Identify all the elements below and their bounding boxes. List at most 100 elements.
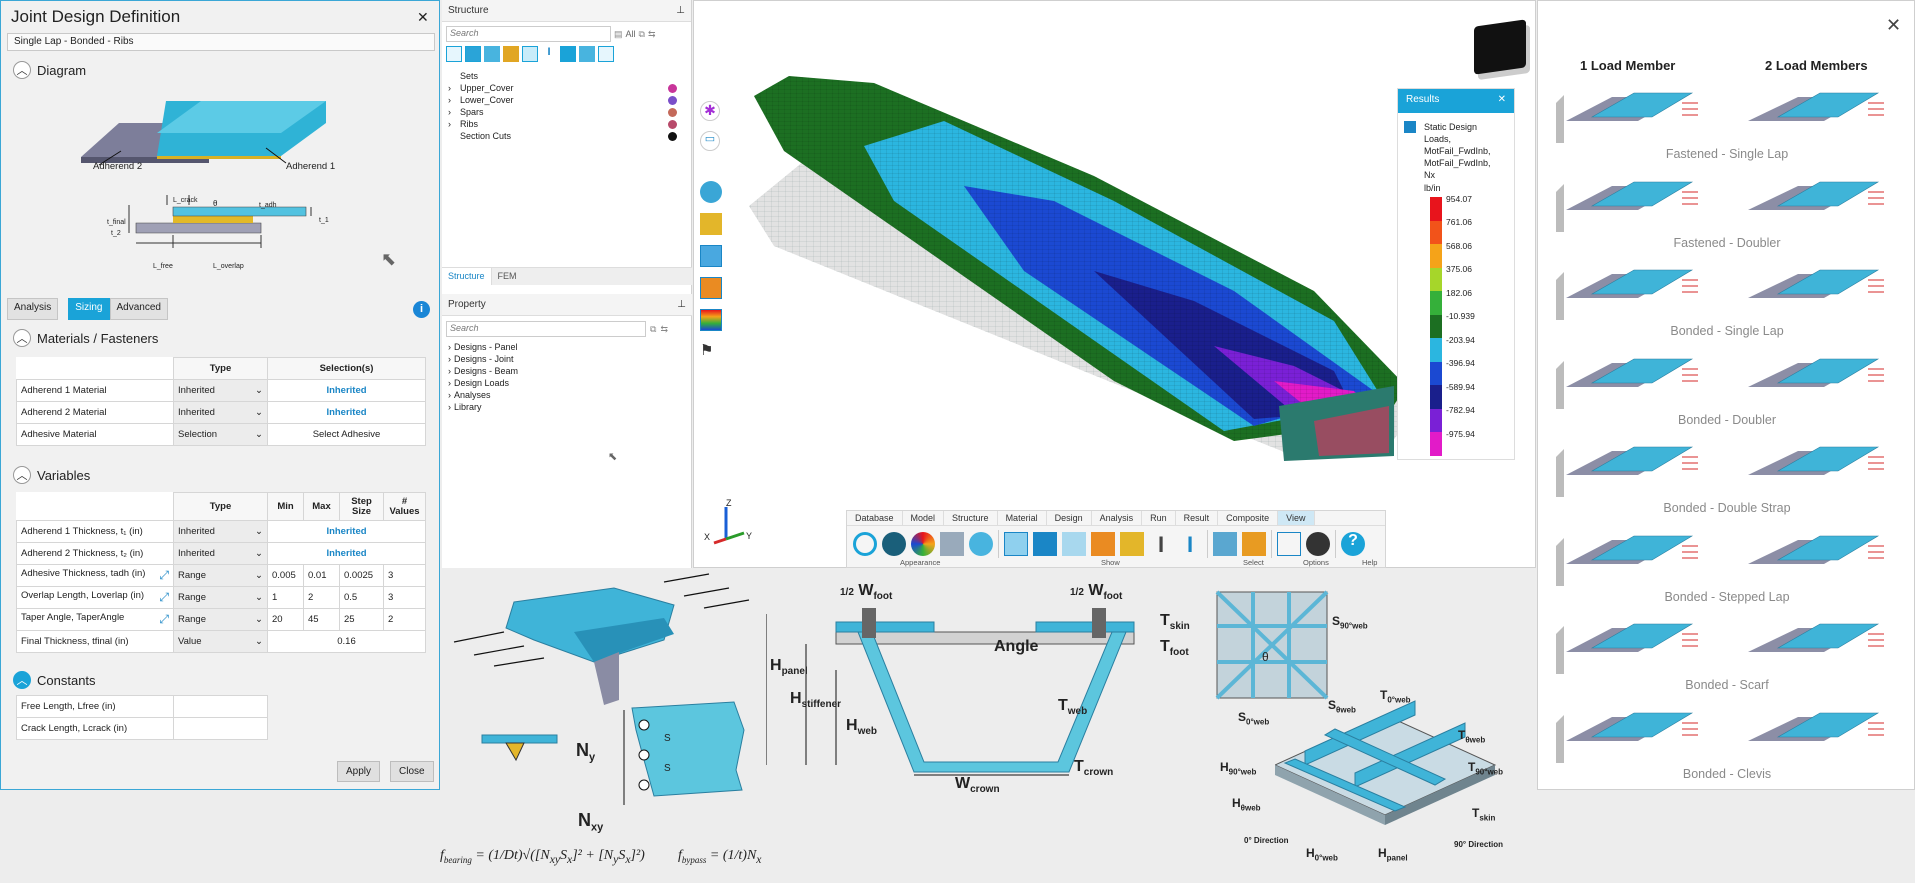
- max-input[interactable]: 45: [303, 608, 340, 631]
- paint-icon[interactable]: [940, 532, 964, 556]
- tree-item-sets[interactable]: Sets: [448, 70, 685, 82]
- diagram-section-header[interactable]: ︿ Diagram: [13, 61, 86, 79]
- joint-thumbnail[interactable]: [1552, 83, 1702, 151]
- selection-link[interactable]: Inherited: [267, 379, 426, 402]
- count-input[interactable]: 2: [383, 608, 426, 631]
- close-button[interactable]: Close: [390, 761, 434, 782]
- mesh-icon[interactable]: [700, 213, 722, 235]
- joint-thumbnail[interactable]: [1552, 349, 1702, 417]
- asterisk-icon[interactable]: ✱: [700, 101, 720, 121]
- joint-thumbnail[interactable]: [1738, 437, 1888, 497]
- type-dropdown[interactable]: Range ⌄: [173, 586, 268, 609]
- search-input[interactable]: Search: [446, 26, 611, 42]
- mesh-icon[interactable]: [1062, 532, 1086, 556]
- tool-icon[interactable]: [465, 46, 481, 62]
- joint-thumbnail[interactable]: [1738, 614, 1888, 674]
- tab-advanced[interactable]: Advanced: [109, 298, 168, 320]
- ribbon-tab[interactable]: Run: [1142, 511, 1176, 525]
- tree-item-section-cuts[interactable]: Section Cuts: [448, 130, 685, 142]
- contour-icon[interactable]: [700, 309, 722, 331]
- count-input[interactable]: 3: [383, 586, 426, 609]
- sphere-icon[interactable]: [700, 181, 722, 203]
- max-input[interactable]: 2: [303, 586, 340, 609]
- pin-icon[interactable]: ⊥: [677, 299, 686, 310]
- type-dropdown[interactable]: Range ⌄: [173, 564, 268, 587]
- tab-analysis[interactable]: Analysis: [7, 298, 59, 320]
- type-dropdown[interactable]: Inherited ⌄: [173, 379, 268, 402]
- ribbon-tab[interactable]: Result: [1176, 511, 1219, 525]
- joint-thumbnail[interactable]: [1552, 703, 1702, 771]
- view-icon[interactable]: [1004, 532, 1028, 556]
- ribbon-tab[interactable]: View: [1278, 511, 1315, 525]
- step-input[interactable]: 25: [339, 608, 384, 631]
- constant-input[interactable]: [173, 717, 268, 740]
- gear-icon[interactable]: [882, 532, 906, 556]
- joint-thumbnail[interactable]: [1738, 526, 1888, 586]
- materials-section-header[interactable]: ︿ Materials / Fasteners: [13, 329, 158, 347]
- ribbon-tab[interactable]: Model: [903, 511, 945, 525]
- constants-section-header[interactable]: ︿ Constants: [13, 671, 96, 689]
- chevron-up-icon[interactable]: ︿: [13, 466, 31, 484]
- joint-thumbnail[interactable]: [1552, 614, 1702, 682]
- close-icon[interactable]: ✕: [1498, 94, 1506, 108]
- tree-item[interactable]: › Designs - Joint: [448, 353, 518, 365]
- min-input[interactable]: 1: [267, 586, 304, 609]
- type-dropdown[interactable]: Inherited ⌄: [173, 401, 268, 424]
- tree-item[interactable]: › Designs - Panel: [448, 341, 518, 353]
- joint-thumbnail[interactable]: [1738, 172, 1888, 232]
- joint-thumbnail[interactable]: [1738, 83, 1888, 143]
- tab-structure[interactable]: Structure: [442, 268, 492, 285]
- select-icon[interactable]: [1213, 532, 1237, 556]
- tree-item[interactable]: › Design Loads: [448, 377, 518, 389]
- results-icon[interactable]: [1404, 121, 1416, 133]
- apply-button[interactable]: Apply: [337, 761, 381, 782]
- tool-icon[interactable]: [598, 46, 614, 62]
- sphere-icon[interactable]: [969, 532, 993, 556]
- checkered-flag-icon[interactable]: ⚑: [700, 341, 722, 363]
- rectangle-icon[interactable]: ▭: [700, 131, 720, 151]
- chevron-up-icon[interactable]: ︿: [13, 61, 31, 79]
- options-icon[interactable]: [1277, 532, 1301, 556]
- expand-arrow-icon[interactable]: ⤢: [159, 612, 169, 627]
- ribbon-tab[interactable]: Analysis: [1092, 511, 1143, 525]
- search-input[interactable]: Search: [446, 321, 646, 337]
- joint-thumbnail[interactable]: [1552, 260, 1702, 328]
- inherited-link[interactable]: Inherited: [267, 542, 426, 565]
- min-input[interactable]: 20: [267, 608, 304, 631]
- tool-icon[interactable]: [503, 46, 519, 62]
- color-wheel-icon[interactable]: [911, 532, 935, 556]
- i-beam-icon[interactable]: I: [1149, 532, 1173, 557]
- select-adhesive-button[interactable]: Select Adhesive: [267, 423, 426, 446]
- pin-icon[interactable]: ⊥: [676, 5, 685, 16]
- constant-input[interactable]: [173, 695, 268, 718]
- joint-thumbnail[interactable]: [1552, 526, 1702, 594]
- type-dropdown[interactable]: Value ⌄: [173, 630, 268, 653]
- gear-icon[interactable]: [1306, 532, 1330, 556]
- tab-sizing[interactable]: Sizing: [68, 298, 110, 320]
- step-input[interactable]: 0.5: [339, 586, 384, 609]
- type-dropdown[interactable]: Range ⌄: [173, 608, 268, 631]
- tool-icon[interactable]: [560, 46, 576, 62]
- tree-item-spars[interactable]: › Spars: [448, 106, 685, 118]
- swap-icon[interactable]: ⇆: [660, 324, 668, 335]
- all-button[interactable]: All: [626, 29, 636, 39]
- tree-item[interactable]: › Library: [448, 401, 518, 413]
- ribbon-tab[interactable]: Design: [1047, 511, 1092, 525]
- close-icon[interactable]: ✕: [1886, 15, 1901, 36]
- joint-thumbnail[interactable]: [1738, 349, 1888, 409]
- tree-item[interactable]: › Analyses: [448, 389, 518, 401]
- refresh-icon[interactable]: [853, 532, 877, 556]
- view-cube-icon[interactable]: [1474, 19, 1526, 75]
- joint-thumbnail[interactable]: [1552, 437, 1702, 505]
- tab-fem[interactable]: FEM: [491, 268, 692, 285]
- copy-icon[interactable]: ⧉: [650, 324, 656, 335]
- tree-item-upper-cover[interactable]: › Upper_Cover: [448, 82, 685, 94]
- type-dropdown[interactable]: Inherited ⌄: [173, 520, 268, 543]
- count-input[interactable]: 3: [383, 564, 426, 587]
- joint-thumbnail[interactable]: [1738, 703, 1888, 763]
- help-icon[interactable]: ?: [1341, 532, 1365, 556]
- tree-item-lower-cover[interactable]: › Lower_Cover: [448, 94, 685, 106]
- arrow-icon[interactable]: [700, 277, 722, 299]
- info-icon[interactable]: i: [413, 301, 430, 318]
- type-dropdown[interactable]: Selection ⌄: [173, 423, 268, 446]
